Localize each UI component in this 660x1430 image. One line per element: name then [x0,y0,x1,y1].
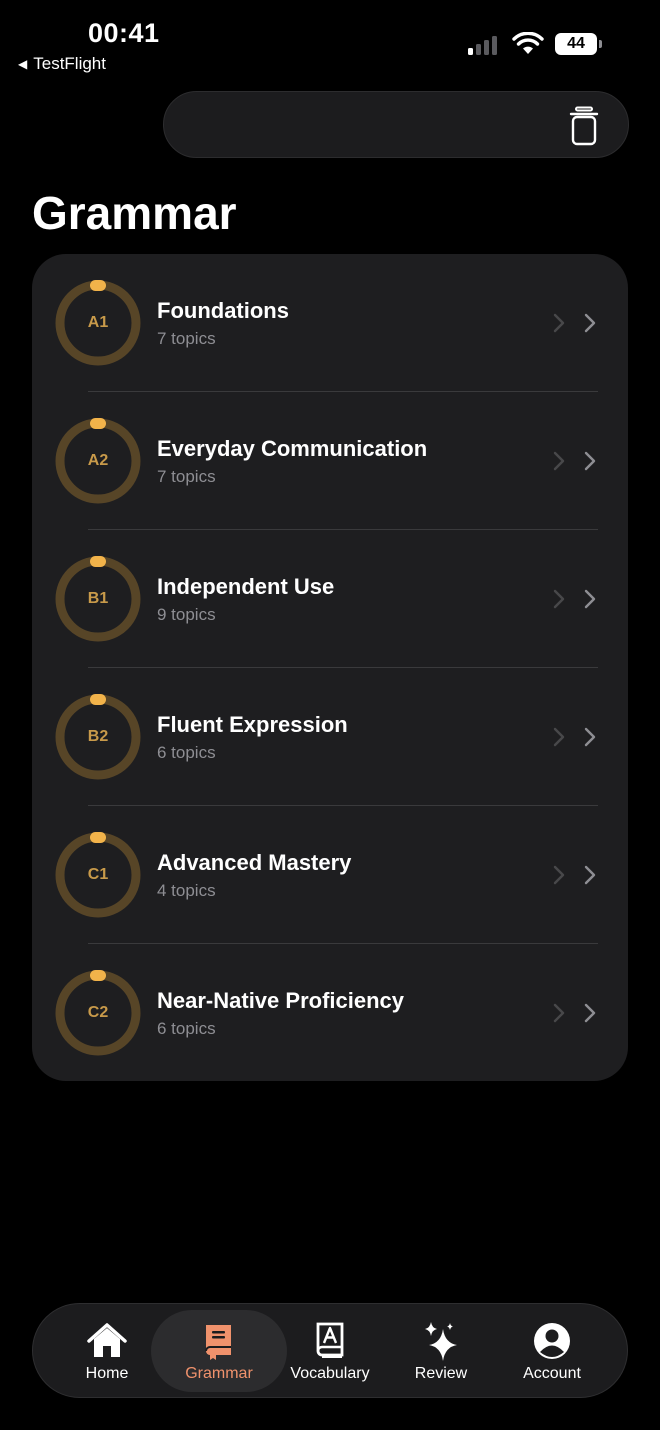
chevron-right-icon [553,451,565,471]
level-topic-count: 7 topics [157,467,216,486]
chevron-right-icon [553,1003,565,1023]
level-code: C2 [87,1004,109,1021]
chevron-right-icon [584,589,596,609]
tab-review-label: Review [414,1365,468,1382]
person-icon [534,1323,570,1359]
book-icon [205,1325,231,1360]
dictionary-icon [316,1322,344,1358]
battery-tip [599,40,602,48]
chevron-right-icon [584,727,596,747]
level-code: B2 [87,728,109,745]
tab-account-label: Account [523,1365,581,1382]
chevron-right-icon [584,451,596,471]
chevron-right-icon [584,865,596,885]
tab-account[interactable]: Account [484,1310,620,1392]
level-title: Fluent Expression [157,712,348,737]
back-app-label: TestFlight [33,54,106,73]
battery-indicator: 44 [555,33,597,55]
level-title: Independent Use [157,574,335,599]
house-icon [87,1323,127,1357]
tab-vocabulary-label: Vocabulary [290,1365,370,1382]
level-topic-count: 6 topics [157,1019,216,1038]
level-code: B1 [87,590,109,607]
back-to-app-link[interactable]: ◀ TestFlight [18,54,106,74]
level-code: C1 [87,866,109,883]
level-row-c2[interactable]: C2 Near-Native Proficiency 6 topics [32,944,628,1081]
level-code: A1 [87,314,109,331]
status-time: 00:41 [88,18,160,48]
level-title: Advanced Mastery [157,850,352,875]
level-row-b2[interactable]: B2 Fluent Expression 6 topics [32,668,628,806]
tab-bar: Home Grammar Vocabulary Review Account [32,1303,628,1398]
page-title: Grammar [32,187,237,239]
chevron-right-icon [553,589,565,609]
chevron-right-icon [553,727,565,747]
level-row-c1[interactable]: C1 Advanced Mastery 4 topics [32,806,628,944]
cellular-signal-icon [468,35,497,55]
levels-list: A1 Foundations 7 topics A2 Everyday Communic… [32,254,628,1081]
back-triangle-icon: ◀ [18,57,28,71]
status-bar: 00:41 ◀ TestFlight 44 [0,0,660,80]
top-toolbar-pill[interactable] [163,91,629,158]
chevron-right-icon [584,313,596,333]
wifi-icon [512,32,544,54]
chevron-right-icon [553,313,565,333]
level-topic-count: 7 topics [157,329,216,348]
level-row-b1[interactable]: B1 Independent Use 9 topics [32,530,628,668]
level-topic-count: 9 topics [157,605,216,624]
level-code: A2 [87,452,109,469]
chevron-right-icon [584,1003,596,1023]
tab-home-label: Home [85,1365,129,1382]
sparkles-icon [425,1322,457,1361]
chevron-right-icon [553,865,565,885]
level-title: Foundations [157,298,289,323]
tab-grammar-label: Grammar [185,1365,253,1382]
level-title: Near-Native Proficiency [157,988,404,1013]
level-title: Everyday Communication [157,436,428,461]
level-row-a1[interactable]: A1 Foundations 7 topics [32,254,628,392]
level-topic-count: 6 topics [157,743,216,762]
trash-icon[interactable] [566,106,602,146]
level-row-a2[interactable]: A2 Everyday Communication 7 topics [32,392,628,530]
level-topic-count: 4 topics [157,881,216,900]
